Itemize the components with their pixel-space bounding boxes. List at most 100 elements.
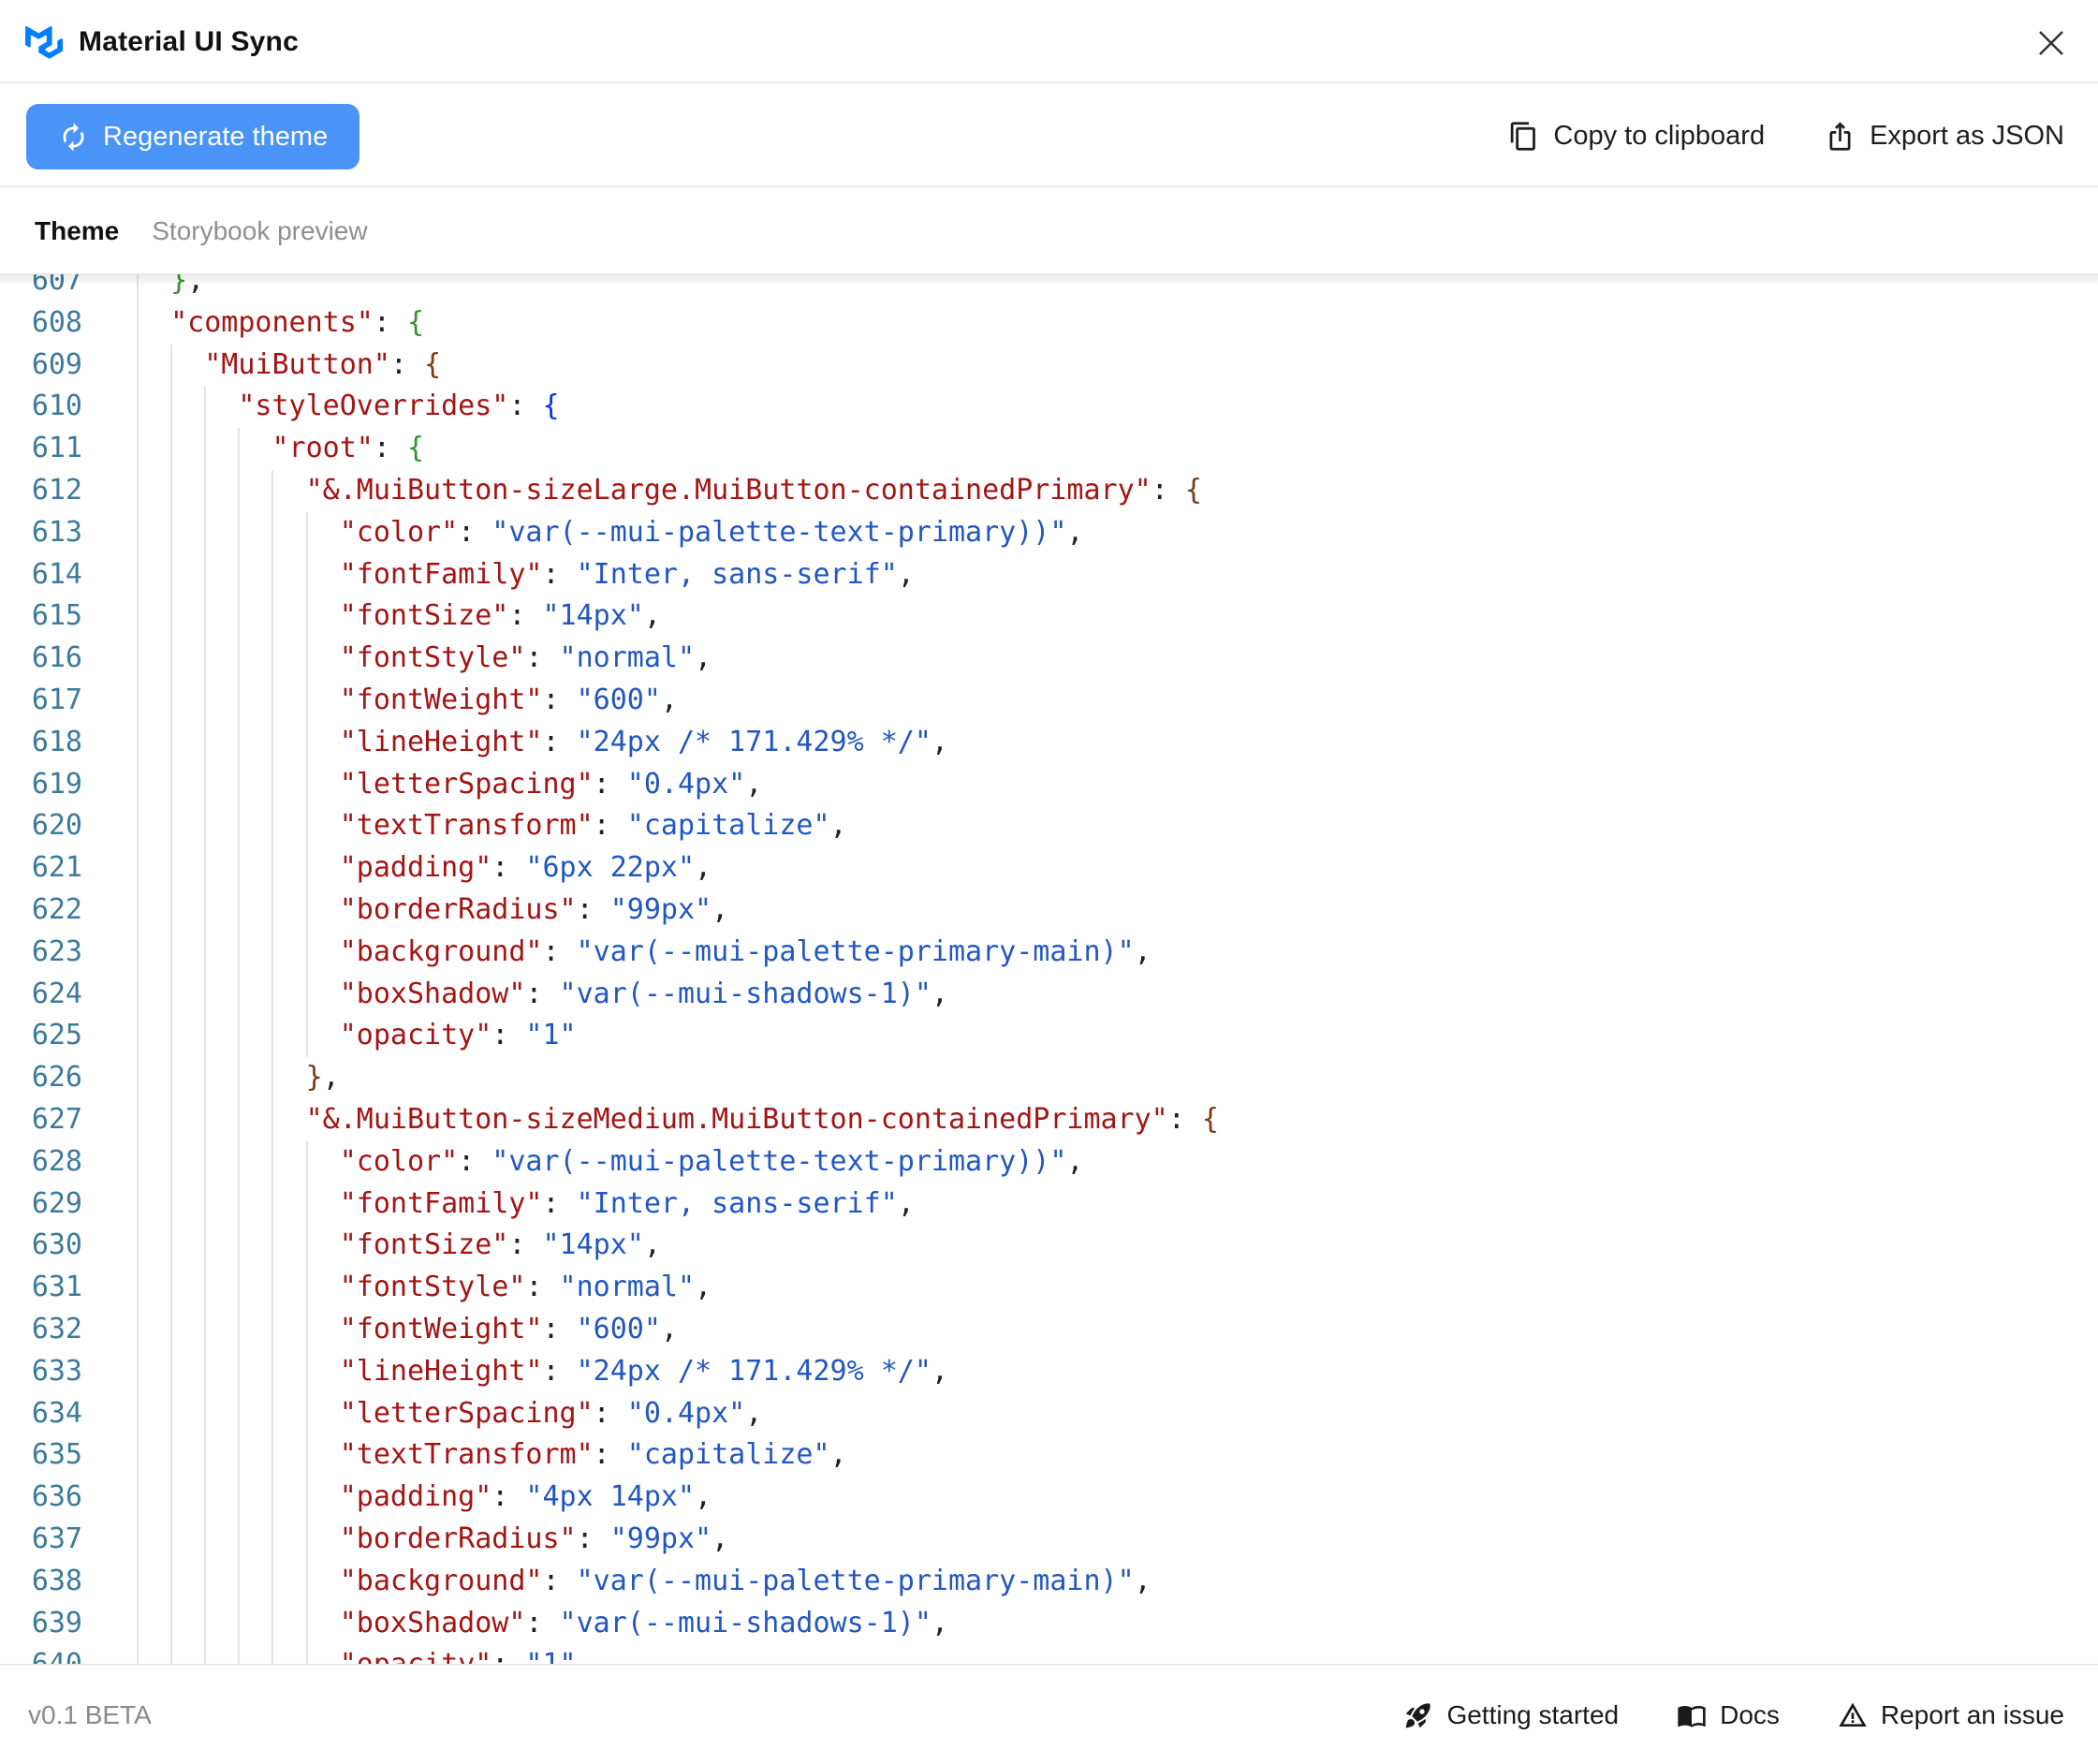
code-text: "styleOverrides": {	[238, 390, 560, 423]
code-text: "padding": "6px 22px",	[339, 851, 712, 885]
line-number: 622	[31, 892, 82, 926]
code-line: 629 "fontFamily": "Inter, sans-serif",	[0, 1183, 2098, 1226]
code-line: 630 "fontSize": "14px",	[0, 1225, 2098, 1268]
report-an-issue-label: Report an issue	[1880, 1699, 2064, 1729]
getting-started-link[interactable]: Getting started	[1403, 1700, 1619, 1730]
code-text: "letterSpacing": "0.4px",	[339, 767, 763, 801]
tab-theme[interactable]: Theme	[35, 216, 119, 246]
code-line: 628 "color": "var(--mui-palette-text-prim…	[0, 1140, 2098, 1183]
getting-started-label: Getting started	[1446, 1699, 1620, 1729]
code-line: 632 "fontWeight": "600",	[0, 1308, 2098, 1351]
code-line: 608 "components": {	[0, 301, 2098, 345]
code-text: "fontStyle": "normal",	[339, 1271, 712, 1304]
code-text: "textTransform": "capitalize",	[339, 1438, 847, 1472]
code-line: 612 "&.MuiButton-sizeLarge.MuiButton-cont…	[0, 469, 2098, 512]
line-number: 617	[31, 683, 82, 716]
line-number: 608	[31, 305, 82, 339]
code-text: "&.MuiButton-sizeMedium.MuiButton-contai…	[305, 1102, 1219, 1136]
line-number: 607	[31, 273, 82, 297]
line-number: 637	[31, 1521, 82, 1555]
code-text: "textTransform": "capitalize",	[339, 809, 847, 843]
regenerate-theme-button[interactable]: Regenerate theme	[26, 104, 360, 169]
report-an-issue-link[interactable]: Report an issue	[1838, 1700, 2064, 1730]
code-text: },	[170, 273, 205, 297]
line-number: 635	[31, 1438, 82, 1472]
line-number: 616	[31, 641, 82, 675]
code-lines-container: 607}, 608 "components": { 609 "MuiButton": {…	[0, 273, 2098, 1664]
code-text: "borderRadius": "99px",	[339, 892, 729, 926]
code-text: "letterSpacing": "0.4px",	[339, 1396, 763, 1430]
code-text: "color": "var(--mui-palette-text-primary…	[339, 515, 1084, 549]
code-line: 617 "fontWeight": "600",	[0, 679, 2098, 722]
line-number: 611	[31, 432, 82, 465]
page-title: Material UI Sync	[79, 25, 299, 57]
line-number: 609	[31, 347, 82, 381]
code-line: 636 "padding": "4px 14px",	[0, 1477, 2098, 1519]
line-number: 624	[31, 977, 82, 1010]
line-number: 626	[31, 1061, 82, 1095]
line-number: 625	[31, 1019, 82, 1052]
code-text: "color": "var(--mui-palette-text-primary…	[339, 1144, 1084, 1178]
code-text: "root": {	[271, 432, 425, 465]
export-icon	[1825, 121, 1856, 152]
code-text: "fontWeight": "600",	[339, 683, 678, 716]
code-text: "components": {	[170, 305, 425, 339]
line-number: 621	[31, 851, 82, 885]
code-line: 623 "background": "var(--mui-palette-prim…	[0, 931, 2098, 974]
line-number: 638	[31, 1564, 82, 1597]
copy-icon	[1508, 121, 1539, 152]
title-bar: Material UI Sync	[0, 0, 2098, 83]
line-number: 633	[31, 1354, 82, 1388]
theme-code-editor[interactable]: 607}, 608 "components": { 609 "MuiButton": {…	[0, 273, 2098, 1664]
code-line: 625 "opacity": "1"	[0, 1015, 2098, 1058]
code-line: 614 "fontFamily": "Inter, sans-serif",	[0, 553, 2098, 596]
code-line: 639 "boxShadow": "var(--mui-shadows-1)",	[0, 1602, 2098, 1645]
line-number: 620	[31, 809, 82, 843]
rocket-icon	[1403, 1700, 1433, 1730]
docs-label: Docs	[1720, 1699, 1780, 1729]
code-text: "fontSize": "14px",	[339, 599, 661, 633]
tab-storybook-preview[interactable]: Storybook preview	[152, 216, 367, 246]
copy-to-clipboard-button[interactable]: Copy to clipboard	[1508, 121, 1765, 152]
close-button[interactable]	[2032, 24, 2070, 62]
code-line: 627 "&.MuiButton-sizeMedium.MuiButton-con…	[0, 1098, 2098, 1141]
code-text: "boxShadow": "var(--mui-shadows-1)",	[339, 1606, 948, 1639]
code-line: 621 "padding": "6px 22px",	[0, 847, 2098, 889]
line-number: 619	[31, 767, 82, 801]
code-text: "&.MuiButton-sizeLarge.MuiButton-contain…	[305, 473, 1202, 507]
code-line: 609 "MuiButton": {	[0, 344, 2098, 387]
code-text: },	[305, 1061, 340, 1095]
docs-link[interactable]: Docs	[1677, 1700, 1780, 1730]
code-line: 611 "root": {	[0, 428, 2098, 470]
line-number: 639	[31, 1606, 82, 1639]
code-text: "fontFamily": "Inter, sans-serif",	[339, 1186, 915, 1220]
code-line: 613 "color": "var(--mui-palette-text-prim…	[0, 511, 2098, 554]
footer: v0.1 BETA Getting started Docs Report an…	[0, 1664, 2098, 1764]
export-as-json-button[interactable]: Export as JSON	[1825, 121, 2064, 152]
line-number: 631	[31, 1271, 82, 1304]
line-number: 627	[31, 1102, 82, 1136]
code-text: "lineHeight": "24px /* 171.429% */",	[339, 1354, 948, 1388]
footer-links: Getting started Docs Report an issue	[1403, 1700, 2064, 1730]
code-line: 624 "boxShadow": "var(--mui-shadows-1)",	[0, 973, 2098, 1016]
regenerate-theme-label: Regenerate theme	[103, 121, 329, 152]
line-number: 618	[31, 725, 82, 758]
copy-to-clipboard-label: Copy to clipboard	[1553, 121, 1766, 151]
export-as-json-label: Export as JSON	[1870, 121, 2064, 151]
code-text: "fontStyle": "normal",	[339, 641, 712, 675]
code-text: "lineHeight": "24px /* 171.429% */",	[339, 725, 948, 758]
book-icon	[1677, 1700, 1707, 1730]
code-text: "opacity": "1"	[137, 1644, 577, 1664]
line-number: 623	[31, 934, 82, 968]
version-badge: v0.1 BETA	[28, 1699, 152, 1729]
code-line: 616 "fontStyle": "normal",	[0, 638, 2098, 680]
code-line: 626},	[0, 1057, 2098, 1099]
line-number: 640	[0, 1644, 82, 1664]
code-text: "background": "var(--mui-palette-primary…	[339, 934, 1152, 968]
code-line: 610 "styleOverrides": {	[0, 386, 2098, 429]
line-number: 636	[31, 1480, 82, 1514]
line-number: 615	[31, 599, 82, 633]
sync-icon	[58, 122, 89, 153]
close-icon	[2037, 29, 2065, 57]
code-line: 637 "borderRadius": "99px",	[0, 1518, 2098, 1561]
